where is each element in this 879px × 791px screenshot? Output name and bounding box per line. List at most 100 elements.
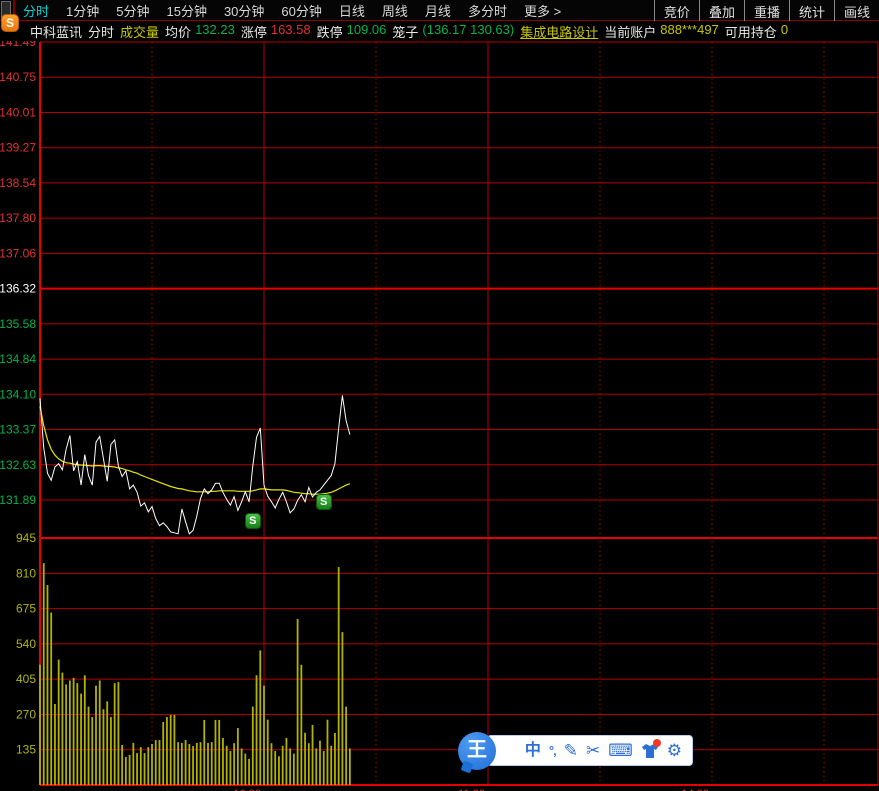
skin-shirt-icon[interactable] (641, 738, 661, 759)
volume-bar (95, 685, 97, 785)
volume-bar (136, 753, 138, 785)
position-label: 可用持仓 (724, 25, 777, 40)
volume-bar (184, 740, 187, 785)
tab-2[interactable]: 5分钟 (116, 1, 149, 20)
volume-bar (65, 684, 68, 785)
indicator-label[interactable]: 成交量 (120, 22, 159, 41)
volume-bar (248, 758, 250, 785)
tab-1[interactable]: 1分钟 (66, 1, 99, 20)
volume-bar (203, 719, 206, 785)
volume-bar (263, 685, 265, 785)
industry-link[interactable]: 集成电路设计 (520, 22, 598, 41)
intraday-chart[interactable]: 141.49 140.75 140.01 139.27 138.54 137.80 137.… (0, 35, 879, 791)
avg-price-label: 均价 (165, 25, 192, 40)
volume-bar (192, 746, 194, 785)
ime-chinese-mode-icon[interactable]: 中 (525, 742, 541, 759)
tab-3[interactable]: 15分钟 (166, 1, 206, 20)
tab-0[interactable]: 分时 (23, 1, 49, 20)
volume-bar (307, 743, 310, 785)
price-cage-value: (136.17 130.63) (422, 22, 515, 37)
volume-bar (121, 745, 124, 785)
keyboard-icon[interactable]: ⌨ (608, 742, 633, 759)
volume-bar (304, 732, 306, 785)
price-axis-label: 139.27 (0, 141, 36, 155)
tab-4[interactable]: 30分钟 (224, 1, 264, 20)
volume-bar (278, 756, 280, 785)
toolbar-button-1[interactable]: 叠加 (698, 0, 744, 21)
volume-bar (158, 740, 161, 785)
volume-bar (143, 753, 146, 785)
limit-down-label: 跌停 (316, 25, 343, 40)
price-axis-label: 140.75 (0, 70, 36, 84)
limit-up-label: 涨停 (240, 25, 267, 40)
toolbar-button-2[interactable]: 重播 (743, 0, 789, 21)
ime-logo-icon[interactable]: 王 (458, 732, 496, 770)
toolbar-button-0[interactable]: 竞价 (653, 0, 699, 21)
toolbar-button-3[interactable]: 统计 (788, 0, 834, 21)
volume-bar (162, 722, 165, 785)
volume-bar (270, 743, 273, 785)
volume-bar (311, 724, 314, 785)
tab-6[interactable]: 日线 (339, 1, 365, 20)
volume-bar (255, 675, 258, 785)
price-axis-label: 134.10 (0, 387, 36, 401)
volume-bar (285, 737, 288, 785)
volume-bar (240, 748, 243, 785)
ime-punctuation-icon[interactable]: °‚ (549, 744, 557, 757)
price-axis-label: 134.84 (0, 352, 36, 366)
ime-panel: 中 °‚ ✎ ✂ ⌨ ⚙ (487, 735, 693, 766)
volume-bar (244, 753, 247, 785)
toolbar-right-buttons: 竞价 叠加 重播 统计 画线 (653, 0, 879, 21)
volume-axis-label: 405 (16, 672, 36, 686)
volume-bar (322, 751, 325, 785)
volume-bar (180, 742, 183, 785)
tab-9[interactable]: 多分时 (468, 1, 507, 20)
toolbar-button-4[interactable]: 画线 (833, 0, 879, 21)
volume-bar (341, 632, 344, 785)
volume-axis-label: 675 (16, 602, 36, 616)
volume-bar (106, 701, 109, 785)
volume-bar (173, 714, 176, 785)
volume-axis-label: 540 (16, 637, 36, 651)
stock-name[interactable]: 中科蓝讯 (30, 22, 82, 41)
volume-bar (292, 753, 295, 785)
volume-bar (166, 717, 168, 785)
sell-marker[interactable]: S (244, 513, 261, 530)
volume-bar (132, 742, 135, 785)
volume-bar (222, 737, 224, 785)
volume-bar (61, 672, 64, 785)
floating-s-badge[interactable]: S (1, 14, 19, 32)
price-cage-label: 笼子 (392, 25, 419, 40)
volume-bar (315, 748, 318, 785)
stock-info-bar: 中科蓝讯 分时 成交量 均价 132.23 涨停 163.58 跌停 109.0… (0, 22, 879, 41)
volume-bar (195, 742, 198, 785)
pencil-icon[interactable]: ✎ (564, 742, 578, 759)
volume-bar (54, 703, 56, 785)
volume-bar (102, 709, 105, 785)
gear-icon[interactable]: ⚙ (667, 742, 682, 759)
price-axis-label: 138.54 (0, 176, 36, 190)
volume-bar (87, 706, 90, 785)
volume-bar (147, 747, 150, 785)
volume-bar (128, 754, 131, 785)
period-toolbar: 分时 1分钟 5分钟 15分钟 30分钟 60分钟 日线 周线 月线 多分时 更多 > 竞价 叠加 重播… (0, 0, 879, 21)
scissors-icon[interactable]: ✂ (586, 742, 600, 759)
volume-bar (57, 659, 60, 785)
volume-bar (110, 717, 112, 785)
volume-bar (124, 757, 127, 785)
account-value: 888***497 (660, 22, 719, 37)
volume-axis-label: 810 (16, 566, 36, 580)
volume-bar (68, 680, 71, 785)
volume-axis-label: 270 (16, 707, 36, 721)
volume-bar (113, 683, 116, 785)
volume-bar (259, 650, 262, 785)
tab-8[interactable]: 月线 (425, 1, 451, 20)
volume-bar (210, 742, 213, 785)
account-label: 当前账户 (604, 25, 657, 40)
tab-10[interactable]: 更多 > (524, 1, 561, 20)
volume-bar (300, 664, 303, 785)
sell-marker[interactable]: S (315, 494, 332, 511)
tab-7[interactable]: 周线 (382, 1, 408, 20)
tab-5[interactable]: 60分钟 (281, 1, 321, 20)
average-price-line (39, 406, 351, 495)
